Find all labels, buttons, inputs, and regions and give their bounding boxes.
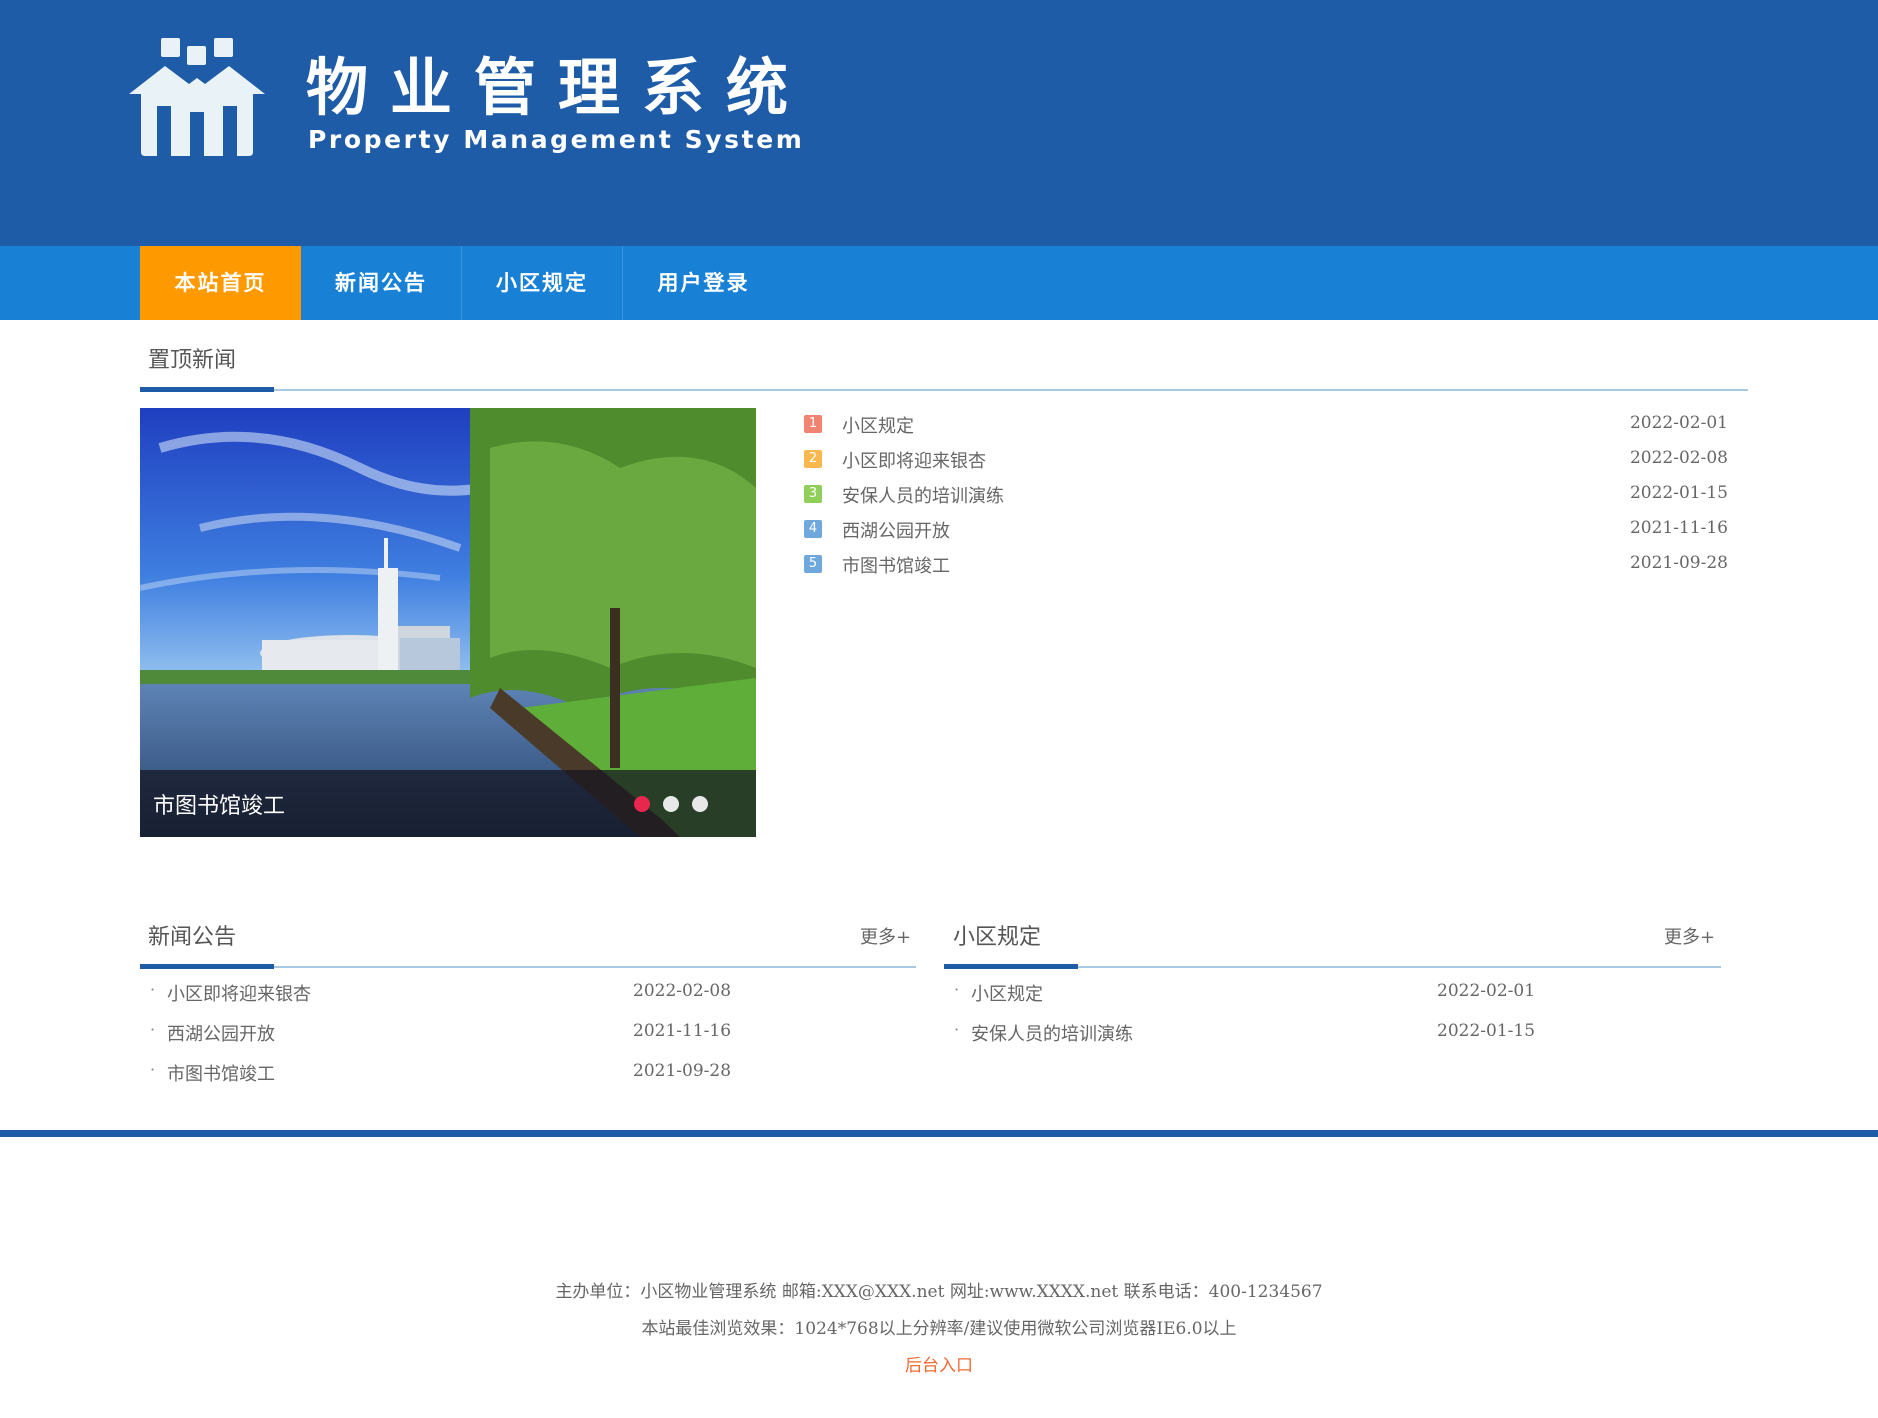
section-accent <box>944 964 1078 969</box>
news-item-title[interactable]: 市图书馆竣工 <box>167 1060 275 1086</box>
footer-contact-info: 主办单位：小区物业管理系统 邮箱:XXX@XXX.net 网址:www.XXXX… <box>555 1282 1323 1302</box>
news-list-item[interactable]: · 小区即将迎来银杏 2022-02-08 <box>140 976 760 1012</box>
news-list-item[interactable]: · 西湖公园开放 2021-11-16 <box>140 1016 760 1052</box>
news-item-date: 2021-11-16 <box>633 1021 732 1041</box>
site-header: 物业管理系统 Property Management System <box>0 0 1878 246</box>
top-news-item-title[interactable]: 市图书馆竣工 <box>842 552 950 578</box>
news-item-date: 2022-02-08 <box>633 981 732 1001</box>
rules-list-item[interactable]: · 小区规定 2022-02-01 <box>944 976 1564 1012</box>
rank-badge: 1 <box>804 415 822 433</box>
top-news-item[interactable]: 4 西湖公园开放 2021-11-16 <box>800 513 1728 547</box>
top-news-item-date: 2021-11-16 <box>1629 518 1728 538</box>
rules-list-item[interactable]: · 安保人员的培训演练 2022-01-15 <box>944 1016 1564 1052</box>
news-list-item[interactable]: · 市图书馆竣工 2021-09-28 <box>140 1056 760 1092</box>
rules-item-date: 2022-01-15 <box>1437 1021 1536 1041</box>
bullet: · <box>954 980 960 999</box>
top-news-item-date: 2022-02-01 <box>1629 413 1728 433</box>
slider-dot-1[interactable] <box>634 796 650 812</box>
section-accent <box>140 387 274 392</box>
houses-logo-icon <box>129 38 265 156</box>
main-nav: 本站首页 新闻公告 小区规定 用户登录 <box>0 246 1878 320</box>
top-news-item[interactable]: 1 小区规定 2022-02-01 <box>800 408 1728 442</box>
news-more-link[interactable]: 更多+ <box>860 923 911 949</box>
bullet: · <box>954 1020 960 1039</box>
slider-caption: 市图书馆竣工 <box>153 794 286 819</box>
rules-item-title[interactable]: 安保人员的培训演练 <box>971 1020 1133 1046</box>
slider-dot-3[interactable] <box>692 796 708 812</box>
rules-item-title[interactable]: 小区规定 <box>971 980 1043 1006</box>
nav-item-login[interactable]: 用户登录 <box>623 246 784 320</box>
top-news-item[interactable]: 3 安保人员的培训演练 2022-01-15 <box>800 478 1728 512</box>
bullet: · <box>150 980 156 999</box>
admin-entry-link[interactable]: 后台入口 <box>905 1356 973 1376</box>
news-item-title[interactable]: 西湖公园开放 <box>167 1020 275 1046</box>
news-item-title[interactable]: 小区即将迎来银杏 <box>167 980 311 1006</box>
site-title: 物业管理系统 <box>306 51 811 124</box>
nav-item-news[interactable]: 新闻公告 <box>301 246 462 320</box>
top-news-item[interactable]: 2 小区即将迎来银杏 2022-02-08 <box>800 443 1728 477</box>
top-news-item[interactable]: 5 市图书馆竣工 2021-09-28 <box>800 548 1728 582</box>
bullet: · <box>150 1060 156 1079</box>
top-news-title: 置顶新闻 <box>148 348 237 373</box>
site-subtitle: Property Management System <box>308 125 805 154</box>
rules-section-title: 小区规定 <box>953 925 1042 950</box>
bullet: · <box>150 1020 156 1039</box>
top-news-item-title[interactable]: 安保人员的培训演练 <box>842 482 1004 508</box>
rank-badge: 2 <box>804 450 822 468</box>
top-news-item-date: 2022-02-08 <box>1629 448 1728 468</box>
nav-item-home[interactable]: 本站首页 <box>140 246 301 320</box>
rules-more-link[interactable]: 更多+ <box>1664 923 1715 949</box>
rank-badge: 4 <box>804 520 822 538</box>
footer-admin-row: 后台入口 <box>0 1351 1878 1376</box>
rules-item-date: 2022-02-01 <box>1437 981 1536 1001</box>
rank-badge: 3 <box>804 485 822 503</box>
news-slider[interactable]: 市图书馆竣工 <box>140 408 756 837</box>
top-news-item-title[interactable]: 西湖公园开放 <box>842 517 950 543</box>
rank-badge: 5 <box>804 555 822 573</box>
top-news-item-date: 2022-01-15 <box>1629 483 1728 503</box>
section-accent <box>140 964 274 969</box>
slider-dot-2[interactable] <box>663 796 679 812</box>
top-news-item-title[interactable]: 小区即将迎来银杏 <box>842 447 986 473</box>
news-item-date: 2021-09-28 <box>633 1061 732 1081</box>
section-divider <box>140 389 1748 391</box>
slider-caption-bar: 市图书馆竣工 <box>140 770 756 837</box>
top-news-item-date: 2021-09-28 <box>1629 553 1728 573</box>
top-news-item-title[interactable]: 小区规定 <box>842 412 914 438</box>
footer-browser-note: 本站最佳浏览效果：1024*768以上分辨率/建议使用微软公司浏览器IE6.0以… <box>641 1319 1237 1339</box>
nav-item-rules[interactable]: 小区规定 <box>462 246 623 320</box>
news-section-title: 新闻公告 <box>148 925 237 950</box>
footer-divider <box>0 1130 1878 1137</box>
